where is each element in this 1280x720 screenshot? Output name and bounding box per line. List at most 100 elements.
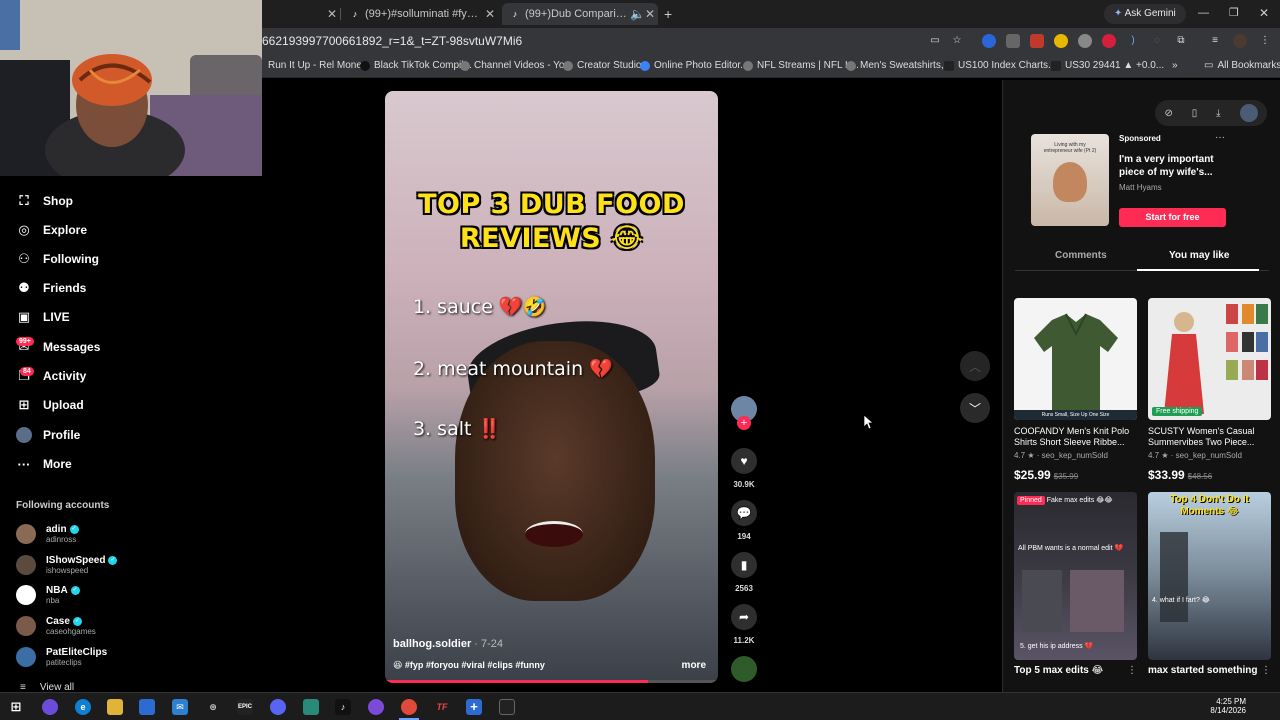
following-account[interactable]: PatEliteClips patiteclips (16, 644, 107, 670)
edge-icon[interactable]: e (75, 699, 91, 715)
bookmark-item[interactable]: US30 29441 ▲ +0.0... (1051, 60, 1164, 71)
sidebar-item-more[interactable]: ··· More (16, 453, 72, 475)
video-progress-bar[interactable] (385, 680, 718, 683)
sidebar-item-friends[interactable]: ⚉ Friends (16, 277, 86, 299)
sidebar-item-following[interactable]: ⚇ Following (16, 248, 99, 270)
kebab-menu-icon[interactable]: ⋮ (1258, 34, 1272, 48)
extension-icon[interactable] (1030, 34, 1044, 48)
mail-icon[interactable]: ✉ (172, 699, 188, 715)
comment-button[interactable]: 💬 194 (731, 500, 757, 541)
caption-more-button[interactable]: more (682, 660, 706, 671)
phone-icon[interactable]: ▯ (1192, 108, 1198, 119)
recommended-video-card[interactable]: Top 4 Don't Do It Moments 😂 4. what if I… (1148, 492, 1271, 660)
recommended-video-title[interactable]: Top 5 max edits 😂 (1014, 665, 1103, 676)
recommended-video-card[interactable]: Pinned Fake max edits 😂😂 All PBM wants i… (1014, 492, 1137, 660)
epic-games-icon[interactable]: EPIC (237, 699, 253, 715)
browser-tab-2[interactable]: ♪ (99+)#solluminati #fyp | sollum ✕ (342, 3, 498, 25)
following-account[interactable]: IShowSpeed ✓ ishowspeed (16, 552, 118, 578)
close-icon[interactable]: ✕ (482, 7, 498, 21)
extension-icon[interactable] (1078, 34, 1092, 48)
video-options-icon[interactable]: ⋮ (1261, 665, 1271, 676)
bookmark-item[interactable]: Online Photo Editor... (640, 60, 749, 71)
clock[interactable]: 4:25 PM 8/14/2026 (1208, 697, 1246, 715)
url-field[interactable]: 662193997700661892_r=1&_t=ZT-98svtuW7Mi6 (262, 34, 522, 48)
sidebar-item-upload[interactable]: ⊞ Upload (16, 394, 84, 416)
app-icon[interactable] (368, 699, 384, 715)
ad-cta-button[interactable]: Start for free (1119, 208, 1226, 227)
plus-app-icon[interactable]: + (466, 699, 482, 715)
speaker-icon[interactable]: 🔈 (630, 7, 645, 21)
menu-list-icon[interactable]: ≡ (1208, 34, 1222, 48)
profile-avatar[interactable] (1233, 34, 1247, 48)
tf-icon[interactable]: TF (434, 699, 450, 715)
next-video-button[interactable]: ﹀ (960, 393, 990, 423)
video-player[interactable]: TOP 3 DUB FOOD REVIEWS 😂 1. sauce 💔🤣 2. … (385, 91, 718, 683)
bookmark-item[interactable]: NFL Streams | NFL L... (743, 60, 859, 71)
extension-icon[interactable] (1054, 34, 1068, 48)
extension-icon[interactable] (1102, 34, 1116, 48)
sidebar-item-live[interactable]: ▣ LIVE (16, 306, 70, 328)
share-button[interactable]: ➦ 11.2K (731, 604, 757, 645)
extension-icon[interactable]: ) (1126, 34, 1140, 48)
product-card[interactable]: Runs Small, Size Up One Size COOFANDY Me… (1014, 298, 1137, 482)
capture-icon[interactable] (499, 699, 515, 715)
following-account[interactable]: NBA ✓ nba (16, 582, 80, 608)
new-tab-button[interactable]: + (664, 6, 672, 22)
extension-icon[interactable]: ◌ (1150, 34, 1164, 48)
follow-plus-icon[interactable]: + (737, 416, 751, 430)
all-bookmarks-button[interactable]: ▭ All Bookmarks (1204, 60, 1280, 71)
sidebar-item-explore[interactable]: ◎ Explore (16, 219, 87, 241)
download-icon[interactable]: ⤓ (1216, 108, 1220, 119)
extension-icon[interactable] (1006, 34, 1020, 48)
tab-you-may-like[interactable]: You may like (1169, 250, 1229, 261)
like-button[interactable]: ♥ 30.9K (731, 448, 757, 489)
chrome-icon[interactable] (401, 699, 417, 715)
ad-thumbnail[interactable]: Living with my entrepreneur wife (Pt 2) (1031, 134, 1109, 226)
following-account[interactable]: adin ✓ adinross (16, 521, 79, 547)
bookmark-item[interactable]: Men's Sweatshirts,... (846, 60, 952, 71)
tiktok-icon[interactable]: ♪ (335, 699, 351, 715)
bookmark-item[interactable]: Black TikTok Compil... (360, 60, 472, 71)
recommended-video-title[interactable]: max started something (1148, 665, 1257, 676)
product-card[interactable]: Free shipping SCUSTY Women's Casual Summ… (1148, 298, 1271, 482)
previous-video-button[interactable]: ︿ (960, 351, 990, 381)
bookmark-item[interactable]: US100 Index Charts... (944, 60, 1056, 71)
extension-icon[interactable] (982, 34, 996, 48)
close-icon[interactable]: ✕ (324, 7, 340, 21)
window-close-icon[interactable]: ✕ (1259, 6, 1269, 20)
capcut-icon[interactable] (303, 699, 319, 715)
video-options-icon[interactable]: ⋮ (1127, 665, 1137, 676)
close-icon[interactable]: ✕ (642, 7, 658, 21)
avatar[interactable] (1239, 104, 1258, 122)
video-author[interactable]: ballhog.soldier · 7-24 (393, 638, 503, 650)
browser-tab-1[interactable]: ✕ (262, 3, 340, 25)
sidebar-item-shop[interactable]: ⛶ Shop (16, 190, 73, 212)
link-icon[interactable]: ⊘ (1164, 108, 1172, 119)
ask-gemini-button[interactable]: ✦ Ask Gemini (1104, 4, 1186, 24)
tab-comments[interactable]: Comments (1055, 250, 1107, 261)
steam-icon[interactable]: ⊛ (205, 699, 221, 715)
copilot-icon[interactable] (42, 699, 58, 715)
following-account[interactable]: Case ✓ caseohgames (16, 613, 96, 639)
creator-avatar[interactable]: + (731, 396, 757, 430)
bookmark-item[interactable]: Creator Studio (563, 60, 641, 71)
chevron-right-icon[interactable]: » (1172, 60, 1178, 71)
ad-title[interactable]: I'm a very important piece of my wife's.… (1119, 153, 1229, 179)
file-explorer-icon[interactable] (107, 699, 123, 715)
restore-icon[interactable]: ❐ (1229, 6, 1239, 19)
music-disc[interactable] (731, 656, 757, 682)
cast-icon[interactable]: ▭ (928, 34, 942, 48)
browser-tab-3[interactable]: ♪ (99+)Dub Comparing Food 🔈 ✕ (502, 3, 658, 25)
bookmark-item[interactable]: Channel Videos - Yo... (460, 60, 573, 71)
bookmark-item[interactable]: Run It Up - Rel Money (268, 60, 367, 71)
discord-icon[interactable] (270, 699, 286, 715)
ad-author[interactable]: Matt Hyams (1119, 183, 1162, 192)
puzzle-icon[interactable]: ⧉ (1174, 34, 1188, 48)
bookmark-star-icon[interactable]: ☆ (950, 34, 964, 48)
store-icon[interactable] (139, 699, 155, 715)
save-button[interactable]: ▮ 2563 (731, 552, 757, 593)
sidebar-item-profile[interactable]: Profile (16, 424, 80, 446)
ad-options-icon[interactable]: ··· (1215, 132, 1225, 143)
minimize-icon[interactable]: — (1198, 7, 1209, 19)
windows-start-icon[interactable]: ⊞ (8, 699, 24, 715)
